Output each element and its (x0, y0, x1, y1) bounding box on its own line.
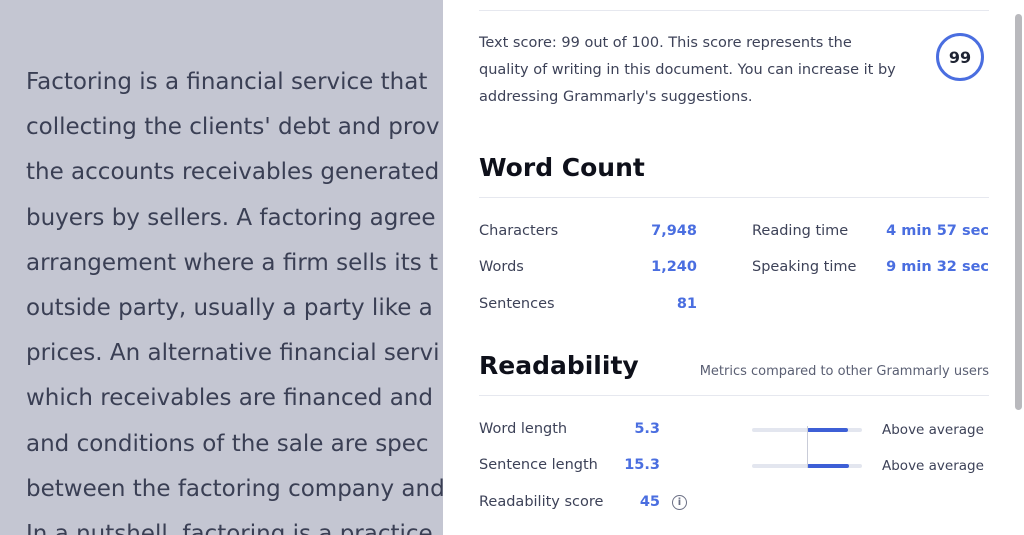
word-length-label: Word length (479, 421, 568, 437)
performance-panel: Text score: 99 out of 100. This score re… (443, 0, 1024, 535)
score-description: Text score: 99 out of 100. This score re… (479, 35, 896, 105)
sentence-length-bar-fill (807, 464, 849, 468)
words-label: Words (479, 259, 524, 275)
readability-title: Readability (479, 351, 639, 380)
metrics-note: Metrics compared to other Grammarly user… (699, 364, 989, 379)
reading-time-value: 4 min 57 sec (886, 223, 989, 239)
sentences-label: Sentences (479, 296, 555, 312)
sentence-length-assessment: Above average (882, 458, 984, 474)
word-length-value: 5.3 (634, 421, 660, 437)
readability-score-label: Readability score (479, 494, 604, 510)
info-icon[interactable]: i (672, 495, 687, 510)
average-marker (807, 426, 808, 468)
characters-label: Characters (479, 223, 559, 239)
scrollbar-thumb[interactable] (1015, 14, 1022, 410)
speaking-time-label: Speaking time (752, 259, 857, 275)
characters-value: 7,948 (651, 223, 697, 239)
readability-score-value: 45 (639, 494, 660, 510)
divider (479, 197, 989, 198)
panel-content: Text score: 99 out of 100. This score re… (479, 0, 989, 535)
reading-time-label: Reading time (752, 223, 849, 239)
sentence-length-value: 15.3 (624, 457, 660, 473)
divider (479, 395, 989, 396)
word-length-bar-fill (807, 428, 848, 432)
speaking-time-value: 9 min 32 sec (886, 259, 989, 275)
words-value: 1,240 (651, 259, 697, 275)
word-length-assessment: Above average (882, 422, 984, 438)
score-badge: 99 (936, 33, 984, 81)
sentences-value: 81 (676, 296, 697, 312)
word-count-title: Word Count (479, 153, 645, 182)
divider (479, 10, 989, 11)
